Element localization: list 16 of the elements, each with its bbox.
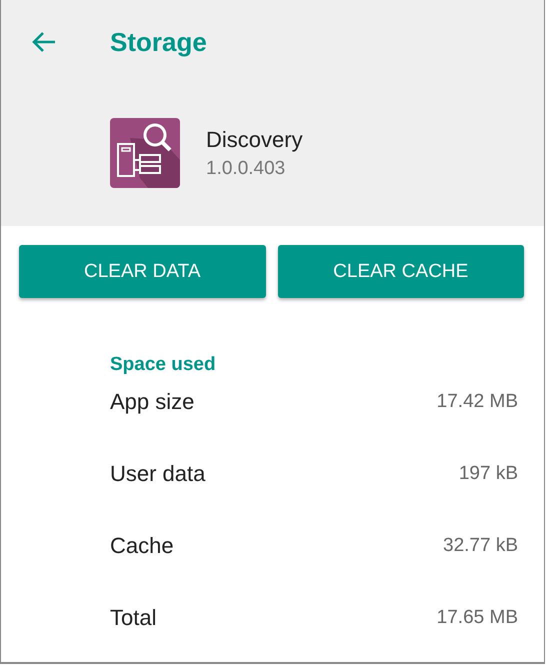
app-name: Discovery	[206, 126, 303, 152]
action-button[interactable]: CLEAR DATA	[19, 245, 266, 298]
storage-value: 197 kB	[458, 463, 518, 485]
back-arrow-icon[interactable]	[31, 31, 57, 53]
app-icon	[110, 118, 180, 188]
storage-value: 32.77 kB	[443, 535, 518, 557]
app-version: 1.0.0.403	[206, 158, 286, 180]
action-button[interactable]: CLEAR CACHE	[278, 245, 524, 298]
storage-value: 17.65 MB	[436, 607, 518, 629]
storage-value: 17.42 MB	[436, 391, 518, 413]
storage-label: Cache	[110, 533, 174, 559]
storage-label: User data	[110, 461, 206, 487]
storage-label: App size	[110, 389, 194, 415]
section-heading: Space used	[110, 354, 217, 376]
page-title: Storage	[110, 26, 207, 58]
storage-label: Total	[110, 605, 156, 631]
